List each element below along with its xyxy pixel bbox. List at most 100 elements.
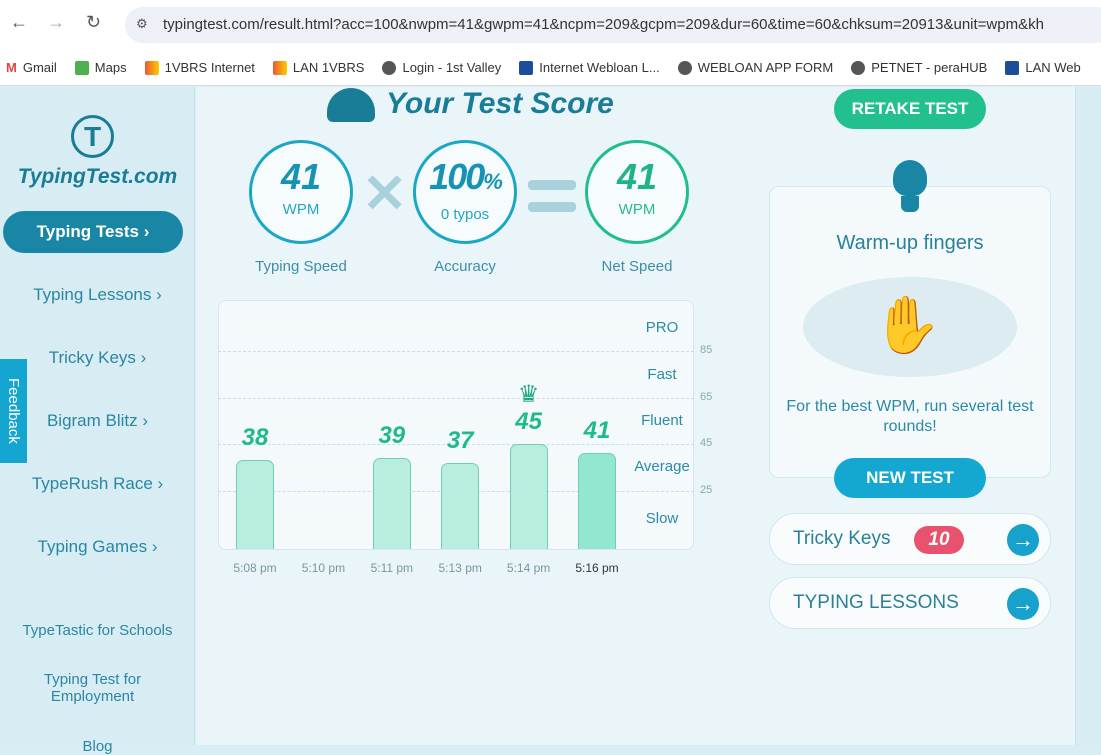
globe-icon <box>851 60 866 75</box>
tip-text: For the best WPM, run several test round… <box>786 398 1034 435</box>
bookmark-1vbrs[interactable]: 1VBRS Internet <box>144 60 255 75</box>
bar-value-label: 39 <box>378 422 406 450</box>
zone-label: PRO <box>645 319 679 336</box>
sidebar-item-typing-tests[interactable]: Typing Tests › <box>3 211 183 253</box>
accuracy-label: Accuracy <box>434 258 496 275</box>
equals-icon <box>528 180 576 190</box>
bar-value-label: 45 <box>515 408 542 436</box>
x-tick-label: 5:08 pm <box>233 561 277 575</box>
bookmark-lan-web[interactable]: LAN Web <box>1005 60 1081 75</box>
unit-label: WPM <box>618 201 656 218</box>
arrow-right-icon: → <box>1007 588 1039 620</box>
x-tick-label: 5:13 pm <box>438 561 482 575</box>
bar <box>236 460 274 549</box>
net-speed-label: Net Speed <box>601 258 673 275</box>
bookmark-label: Login - 1st Valley <box>402 60 502 75</box>
typing-speed-circle: 41 WPM <box>249 140 353 244</box>
crown-icon: ♛ <box>517 381 540 409</box>
bookmark-maps[interactable]: Maps <box>74 60 127 75</box>
unit-label: WPM <box>282 201 320 218</box>
zone-label: Slow <box>645 510 679 527</box>
accuracy-circle: 100% 0 typos <box>413 140 517 244</box>
bookmark-label: LAN Web <box>1025 60 1081 75</box>
zone-label: Fluent <box>641 412 683 429</box>
lightbulb-icon <box>893 160 927 196</box>
gmail-icon: M <box>6 60 17 75</box>
x-tick-label: 5:14 pm <box>506 561 551 575</box>
back-icon[interactable]: ← <box>10 12 28 33</box>
lan-icon <box>1005 60 1020 75</box>
zone-label: Fast <box>647 366 677 383</box>
page-title: Your Test Score <box>386 87 614 120</box>
sidebar-item-label: Typing Tests <box>36 222 139 241</box>
bookmark-petnet[interactable]: PETNET - peraHUB <box>851 60 987 75</box>
sidebar-item-tricky-keys[interactable]: Tricky Keys › <box>0 348 195 368</box>
sidebar: T TypingTest.com Typing Tests › Typing L… <box>0 87 195 755</box>
bar-value-label: 37 <box>446 426 474 454</box>
typing-lessons-label: TYPING LESSONS <box>793 592 959 613</box>
net-speed-circle: 41 WPM <box>585 140 689 244</box>
bookmark-webloan[interactable]: Internet Webloan L... <box>519 60 660 75</box>
bar-value-label: 38 <box>241 424 269 452</box>
gridline <box>218 397 694 399</box>
sidebar-item-label: Tricky Keys <box>48 348 136 367</box>
tricky-keys-label: Tricky Keys <box>793 528 891 549</box>
y-tick-label: 65 <box>700 390 713 403</box>
browser-toolbar: ← → ↻ typingtest.com/result.html?acc=100… <box>0 0 1101 50</box>
sidebar-item-typerush-race[interactable]: TypeRush Race › <box>0 474 195 494</box>
globe-icon <box>677 60 692 75</box>
bookmark-label: Maps <box>94 60 127 75</box>
equals-icon <box>528 202 576 212</box>
link-typetastic[interactable]: TypeTastic for Schools <box>0 622 195 639</box>
typing-speed-label: Typing Speed <box>255 258 347 275</box>
reload-icon[interactable]: ↻ <box>86 12 101 33</box>
lightbulb-base <box>901 196 919 212</box>
link-employment[interactable]: Typing Test for Employment <box>40 671 145 705</box>
bookmark-login[interactable]: Login - 1st Valley <box>382 60 501 75</box>
typing-speed-value: 41 <box>280 156 322 197</box>
bar <box>441 462 480 549</box>
bookmark-label: PETNET - peraHUB <box>871 60 988 75</box>
link-blog[interactable]: Blog <box>0 738 195 755</box>
bar <box>372 458 411 549</box>
sidebar-item-label: TypeRush Race <box>31 474 153 493</box>
x-tick-label: 5:10 pm <box>301 561 346 575</box>
bookmark-webloan-form[interactable]: WEBLOAN APP FORM <box>677 60 833 75</box>
new-test-button[interactable]: NEW TEST <box>834 458 986 498</box>
bookmark-label: 1VBRS Internet <box>164 60 255 75</box>
hand-sparkle-icon: ✋ <box>872 293 942 356</box>
logo-text[interactable]: TypingTest.com <box>0 165 195 189</box>
tricky-keys-button[interactable]: Tricky Keys 10 → <box>769 513 1051 565</box>
typos-count: 0 typos <box>440 206 490 223</box>
address-bar[interactable]: typingtest.com/result.html?acc=100&nwpm=… <box>125 7 1101 43</box>
retake-test-button[interactable]: RETAKE TEST <box>834 89 986 129</box>
sidebar-item-typing-lessons[interactable]: Typing Lessons › <box>0 285 195 305</box>
gridline <box>218 350 694 352</box>
bookmarks-bar: M Gmail Maps 1VBRS Internet LAN 1VBRS Log… <box>0 50 1101 86</box>
bookmark-label: Internet Webloan L... <box>539 60 660 75</box>
sidebar-item-typing-games[interactable]: Typing Games › <box>0 537 195 557</box>
bar <box>509 444 548 549</box>
net-speed-value: 41 <box>616 156 658 197</box>
accuracy-value: 100 <box>429 156 485 197</box>
bookmark-label: Gmail <box>22 60 57 75</box>
x-tick-label: 5:11 pm <box>370 561 414 575</box>
multiply-icon: ✕ <box>362 164 408 224</box>
site-settings-icon[interactable]: ⚙ <box>136 16 148 32</box>
1vbrs-icon <box>144 60 159 75</box>
arrow-right-icon: → <box>1007 524 1039 556</box>
bookmark-label: LAN 1VBRS <box>292 60 365 75</box>
bookmark-lan-1vbrs[interactable]: LAN 1VBRS <box>272 60 365 75</box>
lan-icon <box>519 60 534 75</box>
percent-sign: % <box>483 169 503 194</box>
forward-icon[interactable]: → <box>47 12 65 33</box>
bookmark-gmail[interactable]: M Gmail <box>6 60 57 75</box>
page-margin <box>1075 87 1101 745</box>
sidebar-item-label: Typing Lessons <box>33 285 152 304</box>
x-tick-label: 5:16 pm <box>575 561 619 575</box>
typing-lessons-button[interactable]: TYPING LESSONS → <box>769 577 1051 629</box>
sidebar-item-bigram-blitz[interactable]: Bigram Blitz › <box>0 411 195 431</box>
globe-icon <box>382 60 397 75</box>
feedback-tab[interactable]: Feedback <box>0 359 27 463</box>
tricky-keys-count-badge: 10 <box>914 526 964 554</box>
